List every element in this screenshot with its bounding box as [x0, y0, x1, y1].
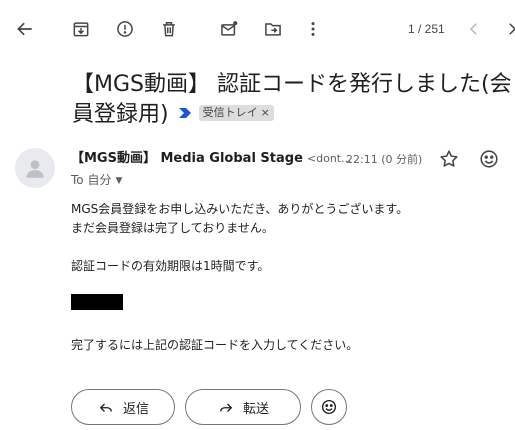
recipient-text: To 自分 [71, 173, 112, 187]
redacted-code-block [71, 294, 123, 310]
recipient-dropdown[interactable]: To 自分 ▼ [71, 171, 122, 188]
pager-count: 1 / 251 [408, 22, 445, 36]
subject-text: 【MGS動画】 認証コードを発行しました(会員登録用) [72, 72, 512, 127]
report-spam-icon[interactable] [114, 18, 136, 40]
archive-icon[interactable] [70, 18, 92, 40]
label-remove-icon[interactable]: × [261, 106, 270, 119]
body-line: MGS会員登録をお申し込みいただき、ありがとうございます。 [71, 202, 409, 216]
emoji-reaction-button[interactable] [311, 389, 347, 425]
reply-label: 返信 [122, 401, 149, 417]
forward-label: 転送 [242, 401, 269, 417]
emoji-icon [321, 399, 337, 415]
email-time: 22:11 (0 分前) [346, 153, 423, 166]
trash-icon[interactable] [158, 18, 180, 40]
caret-down-icon: ▼ [115, 176, 123, 186]
move-to-folder-icon[interactable] [262, 18, 284, 40]
inbox-label-chip[interactable]: 受信トレイ × [198, 105, 274, 121]
forward-icon [220, 403, 233, 412]
reply-button[interactable]: 返信 [71, 389, 175, 425]
more-vertical-icon[interactable] [302, 18, 324, 40]
forward-button[interactable]: 転送 [185, 389, 301, 425]
sender-name[interactable]: 【MGS動画】 Media Global Stage [71, 151, 303, 166]
sender-email: <dont... [306, 152, 352, 165]
label-text: 受信トレイ [202, 106, 258, 119]
person-icon [26, 160, 44, 178]
arrow-left-icon[interactable] [14, 18, 36, 40]
email-subject: 【MGS動画】 認証コードを発行しました(会員登録用) 受信トレイ × [72, 70, 512, 130]
avatar[interactable] [15, 148, 55, 188]
chevron-left-icon[interactable] [464, 18, 484, 40]
star-icon[interactable] [438, 148, 460, 170]
body-line: 完了するには上記の認証コードを入力してください。 [71, 338, 359, 352]
importance-marker-icon[interactable] [178, 108, 191, 118]
mark-unread-icon[interactable] [218, 18, 240, 40]
reply-icon [99, 403, 112, 412]
email-body: MGS会員登録をお申し込みいただき、ありがとうございます。 まだ会員登録は完了し… [71, 200, 501, 355]
message-toolbar: 1 / 251 [0, 0, 515, 58]
add-reaction-icon[interactable] [478, 148, 500, 170]
body-line: まだ会員登録は完了しておりません。 [71, 221, 274, 235]
body-line: 認証コードの有効期限は1時間です。 [71, 259, 270, 273]
chevron-right-icon[interactable] [502, 18, 515, 40]
